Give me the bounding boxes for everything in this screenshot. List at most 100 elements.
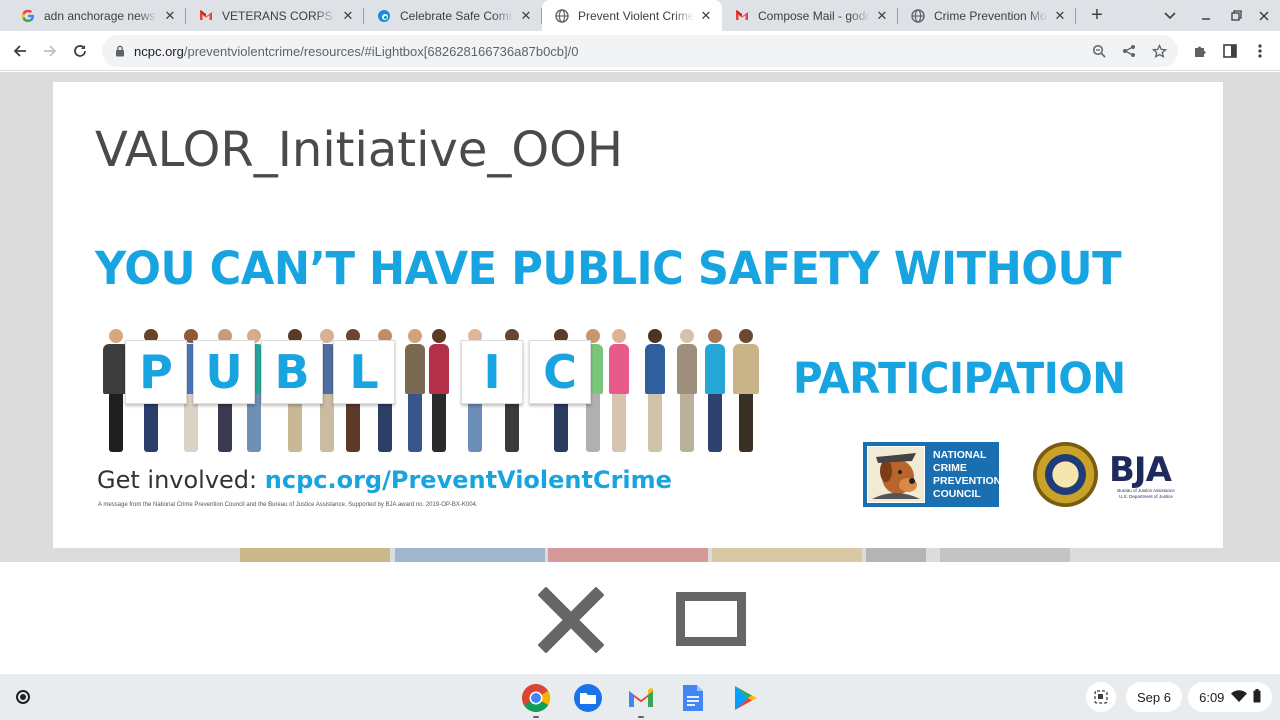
close-tab-icon[interactable]: ✕ (162, 8, 178, 24)
public-letter-cards: P U B L I C (125, 340, 597, 404)
tab-crime-prevention-month[interactable]: Crime Prevention Mont ✕ (898, 0, 1076, 31)
letter-card: I (461, 340, 523, 404)
background-thumbnail (940, 548, 1070, 562)
letter-card: C (529, 340, 591, 404)
share-icon[interactable] (1114, 36, 1144, 66)
close-tab-icon[interactable]: ✕ (340, 8, 356, 24)
clock-time: 6:09 (1199, 689, 1225, 705)
letter-card: U (193, 340, 255, 404)
tab-prevent-violent-crime[interactable]: Prevent Violent Crime - ✕ (542, 0, 722, 31)
get-involved-label: Get involved: (97, 466, 258, 494)
zoom-icon[interactable] (1084, 36, 1114, 66)
person-figure (733, 329, 759, 452)
tab-adn-news[interactable]: adn anchorage news - G ✕ (8, 0, 186, 31)
url-path: /preventviolentcrime/resources/#iLightbo… (183, 43, 579, 59)
chromeos-shelf: Sep 6 6:09 (0, 674, 1280, 720)
person-figure (705, 329, 725, 452)
tab-strip: adn anchorage news - G ✕ VETERANS CORPS … (0, 0, 1280, 31)
close-tab-icon[interactable]: ✕ (698, 8, 714, 24)
get-involved-link: ncpc.org/PreventViolentCrime (264, 466, 672, 494)
tab-veterans-corps[interactable]: VETERANS CORPS OF F ✕ (186, 0, 364, 31)
new-tab-button[interactable]: + (1083, 0, 1111, 31)
edge-swirl-icon (376, 8, 392, 24)
mcgruff-dog-icon (867, 446, 925, 503)
poster-disclaimer: A message from the National Crime Preven… (98, 502, 478, 508)
tab-title: Crime Prevention Mont (934, 8, 1048, 23)
url-host: ncpc.org (134, 43, 184, 59)
poster-headline: YOU CAN’T HAVE PUBLIC SAFETY WITHOUT (95, 242, 1122, 295)
address-bar[interactable]: ncpc.org/preventviolentcrime/resources/#… (102, 35, 1178, 67)
person-figure (677, 329, 697, 452)
ncpc-logo-line: CRIME (933, 461, 967, 474)
forward-arrow-icon[interactable] (36, 37, 64, 65)
ncpc-logo-line: PREVENTION (933, 474, 1002, 487)
bja-logo: BJA Bureau of Justice Assistance U.S. De… (1109, 452, 1183, 500)
bja-logo-text: BJA (1109, 450, 1172, 490)
chrome-icon[interactable] (520, 682, 552, 718)
close-tab-icon[interactable]: ✕ (518, 8, 534, 24)
side-panel-icon[interactable] (1216, 37, 1244, 65)
browser-toolbar: ncpc.org/preventviolentcrime/resources/#… (0, 31, 1280, 71)
bookmark-star-icon[interactable] (1144, 36, 1174, 66)
gmail-icon (198, 8, 214, 24)
google-icon (20, 8, 36, 24)
background-thumbnail (712, 548, 862, 562)
launcher-icon[interactable] (8, 682, 38, 712)
background-thumbnail (866, 548, 926, 562)
page-content: VALOR_Initiative_OOH YOU CAN’T HAVE PUBL… (0, 72, 1280, 562)
close-tab-icon[interactable]: ✕ (1052, 8, 1068, 24)
ncpc-logo-line: NATIONAL (933, 448, 987, 461)
restore-window-icon[interactable] (1222, 0, 1250, 31)
globe-icon (554, 8, 570, 24)
battery-icon (1253, 688, 1261, 706)
back-arrow-icon[interactable] (6, 37, 34, 65)
date-tray[interactable]: Sep 6 (1126, 682, 1182, 712)
letter-card: L (333, 340, 395, 404)
tab-compose-mail[interactable]: Compose Mail - godde ✕ (722, 0, 898, 31)
bja-logo-subtext: U.S. Department of Justice (1119, 494, 1173, 499)
close-lightbox-icon[interactable] (537, 586, 605, 654)
fullscreen-icon[interactable] (676, 592, 746, 646)
play-store-icon[interactable] (730, 682, 762, 714)
poster-participation-word: PARTICIPATION (793, 354, 1126, 404)
letter-card: P (125, 340, 187, 404)
background-thumbnail (395, 548, 545, 562)
running-indicator (533, 716, 539, 718)
tab-celebrate-safe[interactable]: Celebrate Safe Commu ✕ (364, 0, 542, 31)
gmail-icon (734, 8, 750, 24)
status-tray[interactable]: 6:09 (1188, 682, 1272, 712)
doj-seal-icon (1033, 442, 1098, 507)
get-involved-line: Get involved: ncpc.org/PreventViolentCri… (97, 466, 672, 494)
tab-search-chevron-icon[interactable] (1156, 0, 1184, 31)
gmail-icon[interactable] (625, 682, 657, 718)
globe-icon (910, 8, 926, 24)
background-thumbnail (548, 548, 708, 562)
person-figure (645, 329, 665, 452)
tab-title: Celebrate Safe Commu (400, 8, 514, 23)
person-figure (609, 329, 629, 452)
lightbox-image: VALOR_Initiative_OOH YOU CAN’T HAVE PUBL… (53, 82, 1223, 548)
wifi-icon (1230, 689, 1247, 705)
tab-title: Prevent Violent Crime - (578, 8, 694, 23)
tab-title: Compose Mail - godde (758, 8, 870, 23)
files-icon[interactable] (572, 682, 604, 714)
minimize-window-icon[interactable] (1192, 0, 1220, 31)
tab-title: VETERANS CORPS OF F (222, 8, 336, 23)
tab-title: adn anchorage news - G (44, 8, 158, 23)
close-window-icon[interactable] (1250, 0, 1278, 31)
url-text: ncpc.org/preventviolentcrime/resources/#… (134, 44, 1084, 59)
screenshot-tray-icon[interactable] (1086, 682, 1116, 712)
letter-card: B (261, 340, 323, 404)
extensions-puzzle-icon[interactable] (1186, 37, 1214, 65)
close-tab-icon[interactable]: ✕ (874, 8, 890, 24)
ncpc-logo-text: NATIONAL CRIME PREVENTION COUNCIL (933, 449, 1001, 501)
ncpc-logo: NATIONAL CRIME PREVENTION COUNCIL (863, 442, 1001, 507)
background-thumbnail (240, 548, 390, 562)
ncpc-logo-line: COUNCIL (933, 487, 981, 500)
lightbox-title: VALOR_Initiative_OOH (95, 122, 623, 178)
lock-icon[interactable] (114, 44, 126, 58)
reload-icon[interactable] (66, 37, 94, 65)
docs-icon[interactable] (677, 682, 709, 714)
lightbox-toolbar (0, 562, 1280, 674)
more-menu-icon[interactable] (1246, 37, 1274, 65)
